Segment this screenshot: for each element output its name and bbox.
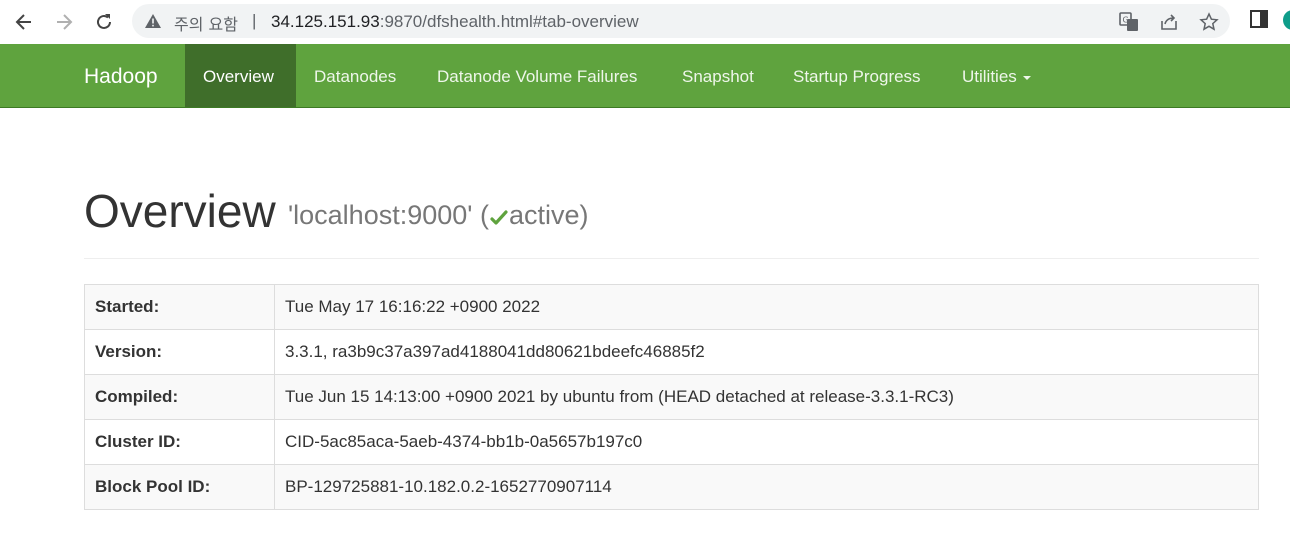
tab-datanode-volume-failures[interactable]: Datanode Volume Failures: [419, 44, 655, 107]
brand-logo[interactable]: Hadoop: [84, 65, 158, 89]
side-panel-icon: [1250, 10, 1268, 28]
share-icon: [1161, 14, 1177, 30]
main-navbar: Hadoop Overview Datanodes Datanode Volum…: [0, 44, 1290, 108]
table-row: Version: 3.3.1, ra3b9c37a397ad4188041dd8…: [84, 329, 1259, 375]
namenode-host: 'localhost:9000': [288, 200, 473, 230]
row-key: Compiled:: [84, 374, 275, 420]
bookmark-button[interactable]: [1198, 11, 1220, 33]
status-open-paren: (: [479, 200, 489, 230]
table-row: Started: Tue May 17 16:16:22 +0900 2022: [84, 284, 1259, 330]
overview-table: Started: Tue May 17 16:16:22 +0900 2022 …: [84, 284, 1259, 510]
url-host: 34.125.151.93: [271, 12, 380, 31]
reload-icon: [97, 14, 111, 29]
row-value: 3.3.1, ra3b9c37a397ad4188041dd80621bdeef…: [274, 329, 1259, 375]
status-text: active: [508, 200, 580, 230]
side-panel-button[interactable]: [1250, 10, 1268, 33]
checkmark-icon: [490, 210, 508, 225]
reload-button[interactable]: [88, 6, 120, 38]
row-key: Block Pool ID:: [84, 464, 275, 510]
tab-datanodes[interactable]: Datanodes: [296, 44, 414, 107]
back-arrow-icon: [15, 14, 31, 30]
browser-toolbar: 주의 요함 | 34.125.151.93:9870/dfshealth.htm…: [0, 0, 1290, 44]
translate-icon: G: [1119, 12, 1138, 31]
table-row: Block Pool ID: BP-129725881-10.182.0.2-1…: [84, 464, 1259, 510]
share-button[interactable]: [1158, 11, 1180, 33]
table-row: Compiled: Tue Jun 15 14:13:00 +0900 2021…: [84, 374, 1259, 420]
status-close-paren: ): [579, 200, 589, 230]
utilities-dropdown[interactable]: Utilities: [944, 44, 1049, 107]
avatar-icon: [1283, 10, 1290, 30]
caret-down-icon: [1022, 75, 1031, 80]
row-value: Tue May 17 16:16:22 +0900 2022: [274, 284, 1259, 330]
security-label[interactable]: 주의 요함: [174, 11, 238, 35]
row-value: Tue Jun 15 14:13:00 +0900 2021 by ubuntu…: [274, 374, 1259, 420]
tab-overview[interactable]: Overview: [185, 44, 296, 107]
tab-snapshot[interactable]: Snapshot: [664, 44, 772, 107]
url-text[interactable]: 34.125.151.93:9870/dfshealth.html#tab-ov…: [271, 12, 639, 32]
row-value: CID-5ac85aca-5aeb-4374-bb1b-0a5657b197c0: [274, 419, 1259, 465]
url-path: :9870/dfshealth.html#tab-overview: [379, 12, 639, 31]
row-value: BP-129725881-10.182.0.2-1652770907114: [274, 464, 1259, 510]
forward-arrow-icon: [57, 14, 73, 30]
address-separator: |: [252, 11, 257, 30]
page-title: Overview: [84, 185, 276, 237]
row-key: Version:: [84, 329, 275, 375]
svg-text:G: G: [1123, 16, 1129, 25]
warning-icon[interactable]: [144, 13, 162, 29]
back-button[interactable]: [8, 6, 40, 38]
utilities-label: Utilities: [962, 67, 1017, 86]
tab-startup-progress[interactable]: Startup Progress: [775, 44, 939, 107]
star-icon: [1199, 12, 1219, 31]
profile-avatar[interactable]: [1282, 9, 1290, 36]
page-header: Overview 'localhost:9000' ( active): [84, 180, 1259, 259]
namenode-subtitle: 'localhost:9000' ( active): [288, 200, 589, 231]
row-key: Started:: [84, 284, 275, 330]
translate-button[interactable]: G: [1118, 11, 1140, 33]
table-row: Cluster ID: CID-5ac85aca-5aeb-4374-bb1b-…: [84, 419, 1259, 465]
row-key: Cluster ID:: [84, 419, 275, 465]
forward-button[interactable]: [48, 6, 80, 38]
address-bar[interactable]: 주의 요함 | 34.125.151.93:9870/dfshealth.htm…: [132, 4, 1230, 38]
